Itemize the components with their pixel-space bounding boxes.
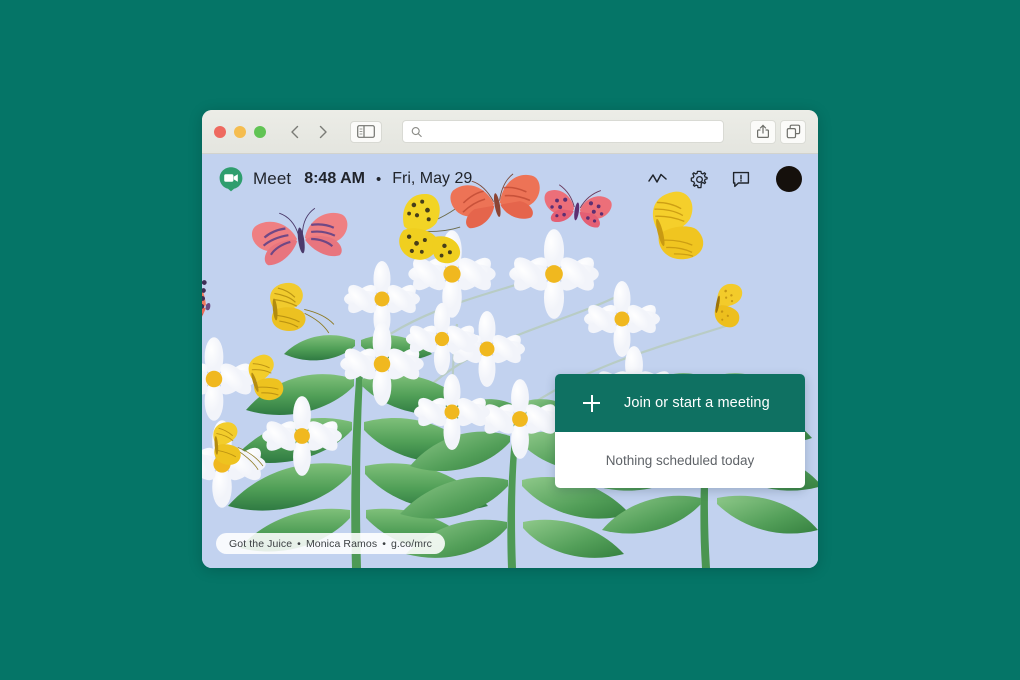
minimize-window-button[interactable] xyxy=(234,125,246,138)
plus-icon xyxy=(583,394,600,412)
header-separator: • xyxy=(375,170,382,188)
schedule-panel: Nothing scheduled today xyxy=(555,432,805,488)
forward-button[interactable] xyxy=(310,120,336,144)
zoom-window-button[interactable] xyxy=(254,125,266,138)
join-or-start-meeting-button[interactable]: Join or start a meeting xyxy=(555,374,805,432)
current-date-label: Fri, May 29 xyxy=(392,170,473,187)
current-time-label: 8:48 AM xyxy=(304,170,365,187)
user-avatar[interactable] xyxy=(776,166,802,192)
schedule-empty-label: Nothing scheduled today xyxy=(605,452,755,468)
app-name-label: Meet xyxy=(253,169,292,188)
meet-header-bar: Meet 8:48 AM • Fri, May 29 xyxy=(202,154,818,204)
attribution-separator-1: • xyxy=(297,537,301,550)
meet-header-actions xyxy=(647,166,802,192)
artist-name-label: Monica Ramos xyxy=(305,537,378,550)
browser-right-tools xyxy=(750,110,806,153)
browser-titlebar xyxy=(202,110,818,154)
artwork-link-label[interactable]: g.co/mrc xyxy=(391,538,432,550)
activity-icon[interactable] xyxy=(647,169,667,189)
artwork-title-label: Got the Juice xyxy=(229,537,293,550)
attribution-separator-2: • xyxy=(382,537,386,550)
background-illustration xyxy=(202,154,818,568)
tab-overview-button[interactable] xyxy=(780,119,806,144)
search-input[interactable] xyxy=(428,125,715,138)
traffic-lights xyxy=(214,125,266,138)
google-meet-logo-icon xyxy=(219,167,243,192)
gear-icon[interactable] xyxy=(689,169,709,189)
address-search-field[interactable] xyxy=(402,120,724,143)
feedback-icon[interactable] xyxy=(731,169,751,189)
join-meeting-card: Join or start a meeting Nothing schedule… xyxy=(555,374,805,488)
browser-window: Meet 8:48 AM • Fri, May 29 Join or start… xyxy=(202,110,818,568)
nav-buttons xyxy=(282,120,336,144)
sidebar-toggle-button[interactable] xyxy=(350,120,382,143)
share-button[interactable] xyxy=(750,119,776,144)
back-button[interactable] xyxy=(282,120,308,144)
close-window-button[interactable] xyxy=(214,125,226,138)
search-icon xyxy=(411,126,422,137)
artwork-attribution: Got the Juice • Monica Ramos • g.co/mrc xyxy=(216,533,446,554)
meet-homepage: Meet 8:48 AM • Fri, May 29 Join or start… xyxy=(202,154,818,568)
join-button-label: Join or start a meeting xyxy=(624,395,770,411)
